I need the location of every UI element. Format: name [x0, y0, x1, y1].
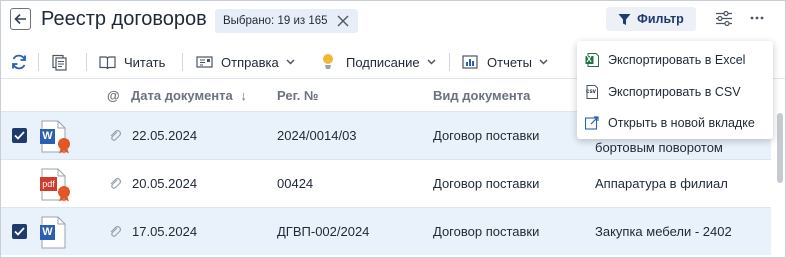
csv-icon: csv	[585, 85, 599, 99]
cell-reg-number: ДГВП-002/2024	[277, 224, 370, 239]
cell-date: 20.05.2024	[132, 176, 198, 191]
book-icon	[99, 55, 116, 69]
filter-button[interactable]: Фильтр	[606, 7, 696, 31]
column-header-doc-type[interactable]: Вид документа	[433, 88, 530, 103]
paperclip-icon	[110, 129, 121, 141]
more-actions-menu: X Экспортировать в Excel csv Экспортиров…	[577, 41, 773, 139]
chevron-down-icon	[427, 59, 436, 65]
column-header-reg-number[interactable]: Рег. №	[277, 88, 318, 103]
column-header-attachment[interactable]: @	[107, 88, 120, 103]
row-checkbox[interactable]	[12, 224, 27, 239]
cell-reg-number: 2024/0014/03	[277, 128, 357, 143]
cell-doc-type: Договор поставки	[433, 128, 540, 143]
selection-badge: Выбрано: 19 из 165	[215, 9, 358, 33]
column-settings-button[interactable]	[714, 9, 734, 27]
toolbar-divider	[449, 53, 450, 71]
menu-item-open-new-tab[interactable]: Открыть в новой вкладке	[577, 108, 773, 138]
cell-subject: Закупка мебели - 2402	[595, 224, 732, 239]
more-horizontal-icon	[750, 16, 764, 20]
sliders-icon	[716, 10, 732, 26]
sign-dropdown[interactable]: Подписание	[321, 51, 436, 73]
toolbar-divider	[86, 53, 87, 71]
column-header-date-label: Дата документа	[131, 88, 233, 103]
cell-date: 17.05.2024	[132, 224, 198, 239]
paperclip-icon	[110, 225, 121, 237]
send-label: Отправка	[221, 54, 279, 70]
refresh-button[interactable]	[10, 51, 28, 73]
send-icon	[196, 56, 213, 68]
clear-selection-button[interactable]	[336, 14, 350, 28]
close-icon	[337, 15, 349, 27]
bar-chart-icon	[462, 55, 478, 69]
chevron-down-icon	[539, 59, 548, 65]
word-file-icon: W	[39, 216, 73, 250]
table-row[interactable]: W 17.05.2024 ДГВП-002/2024 Договор поста…	[1, 207, 771, 255]
paperclip-icon	[110, 177, 121, 189]
seal-icon	[323, 54, 333, 69]
toolbar-divider	[182, 53, 183, 71]
selection-count: Выбрано: 19 из 165	[223, 15, 328, 27]
toolbar-divider	[38, 53, 39, 71]
menu-item-export-csv[interactable]: csv Экспортировать в CSV	[577, 77, 773, 107]
cell-subject: бортовым поворотом	[595, 140, 723, 155]
arrow-left-icon	[14, 13, 26, 25]
refresh-icon	[12, 54, 26, 70]
send-dropdown[interactable]: Отправка	[196, 51, 295, 73]
cell-date: 22.05.2024	[132, 128, 198, 143]
menu-item-export-excel[interactable]: X Экспортировать в Excel	[577, 45, 773, 75]
row-checkbox[interactable]	[12, 128, 27, 143]
checkmark-icon	[14, 227, 25, 236]
table-row[interactable]: pdf 20.05.2024 00424 Договор поставки Ап…	[1, 159, 771, 207]
page-title: Реестр договоров	[41, 8, 207, 30]
header: Реестр договоров Выбрано: 19 из 165 Филь…	[1, 1, 785, 41]
cell-subject: Аппаратура в филиал	[595, 176, 728, 191]
read-label: Читать	[124, 54, 166, 70]
csv-label: csv	[586, 89, 597, 95]
word-file-icon: W	[39, 120, 73, 154]
reports-label: Отчеты	[487, 54, 532, 70]
chevron-down-icon	[286, 59, 295, 65]
menu-item-label: Экспортировать в Excel	[608, 53, 746, 67]
vertical-scrollbar[interactable]	[777, 113, 783, 183]
menu-item-label: Экспортировать в CSV	[608, 85, 741, 99]
sort-desc-icon: ↓	[240, 88, 247, 103]
back-button[interactable]	[10, 8, 31, 30]
menu-item-label: Открыть в новой вкладке	[608, 116, 755, 130]
column-header-date[interactable]: Дата документа ↓	[131, 88, 247, 103]
cell-reg-number: 00424	[277, 176, 314, 191]
more-actions-button[interactable]	[745, 6, 769, 30]
contracts-registry-window: Реестр договоров Выбрано: 19 из 165 Филь…	[0, 0, 786, 258]
pdf-file-icon: pdf	[39, 168, 73, 202]
open-new-tab-icon	[585, 116, 599, 130]
read-button[interactable]: Читать	[99, 51, 165, 73]
excel-letter: X	[586, 55, 592, 64]
cell-doc-type: Договор поставки	[433, 224, 540, 239]
checkmark-icon	[14, 131, 25, 140]
pdf-label: pdf	[42, 179, 55, 189]
cell-doc-type: Договор поставки	[433, 176, 540, 191]
funnel-icon	[618, 13, 631, 25]
reports-dropdown[interactable]: Отчеты	[462, 51, 548, 73]
excel-icon: X	[585, 53, 599, 67]
word-letter: W	[42, 226, 53, 238]
copy-button[interactable]	[51, 51, 68, 73]
copy-icon	[52, 54, 67, 71]
sign-label: Подписание	[346, 54, 420, 70]
filter-label: Фильтр	[637, 12, 684, 26]
word-letter: W	[42, 130, 53, 142]
